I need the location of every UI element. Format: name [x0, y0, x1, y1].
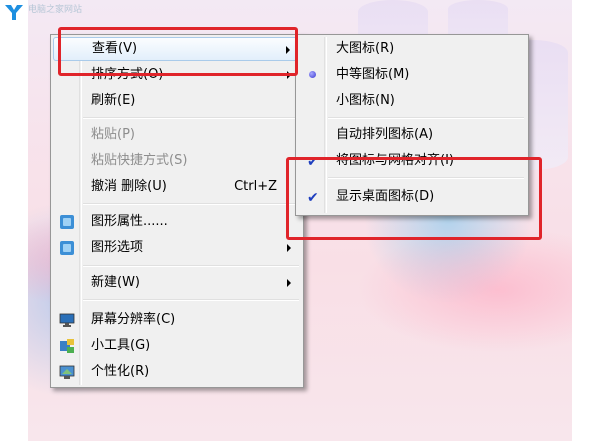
menu-item-label: 刷新(E) — [91, 93, 136, 108]
menu-item-label: 屏幕分辨率(C) — [91, 312, 176, 327]
radio-bullet-icon — [309, 71, 316, 78]
submenu-arrow-icon — [287, 244, 291, 252]
menu-item-label: 粘贴快捷方式(S) — [91, 153, 188, 168]
menu-item-label: 撤消 删除(U) — [91, 179, 167, 194]
menu-item-label: 自动排列图标(A) — [336, 127, 434, 142]
menu-separator — [83, 117, 299, 119]
desktop-context-menu: 查看(V) 排序方式(O) 刷新(E) 粘贴(P) 粘贴快捷方式(S) 撤消 删… — [50, 34, 304, 388]
menu-item-label: 大图标(R) — [336, 41, 395, 56]
site-logo-icon — [5, 5, 23, 20]
menu-item-label: 个性化(R) — [91, 364, 150, 379]
menu-item-personalize[interactable]: 个性化(R) — [53, 360, 301, 384]
menu-item-label: 粘贴(P) — [91, 127, 135, 142]
menu-item-graphics-properties[interactable]: 图形属性...... — [53, 210, 301, 234]
menu-item-gadgets[interactable]: 小工具(G) — [53, 334, 301, 358]
submenu-item-auto-arrange[interactable]: 自动排列图标(A) — [298, 123, 526, 147]
personalize-icon — [59, 365, 75, 379]
submenu-item-small-icons[interactable]: 小图标(N) — [298, 89, 526, 113]
menu-item-label: 小工具(G) — [91, 338, 151, 353]
menu-separator — [328, 117, 524, 119]
submenu-item-medium-icons[interactable]: 中等图标(M) — [298, 63, 526, 87]
annotation-box-view — [58, 27, 298, 76]
menu-separator — [83, 299, 299, 301]
submenu-arrow-icon — [287, 279, 291, 287]
menu-item-label: 小图标(N) — [336, 93, 395, 108]
menu-item-label: 新建(W) — [91, 275, 140, 290]
menu-item-graphics-options[interactable]: 图形选项 — [53, 236, 301, 260]
graphics-properties-icon — [60, 215, 74, 229]
menu-separator — [83, 203, 299, 205]
menu-item-label: 图形属性...... — [91, 214, 168, 229]
menu-item-paste: 粘贴(P) — [53, 123, 301, 147]
menu-item-label: 图形选项 — [91, 240, 144, 255]
graphics-options-icon — [60, 241, 74, 255]
watermark-text: 电脑之家网站 — [28, 5, 83, 15]
menu-item-screen-resolution[interactable]: 屏幕分辨率(C) — [53, 308, 301, 332]
menu-item-refresh[interactable]: 刷新(E) — [53, 89, 301, 113]
menu-item-label: 中等图标(M) — [336, 67, 410, 82]
annotation-box-show-desktop-icons — [286, 157, 542, 240]
menu-item-paste-shortcut: 粘贴快捷方式(S) — [53, 149, 301, 173]
menu-item-new[interactable]: 新建(W) — [53, 271, 301, 295]
gadgets-icon — [60, 339, 74, 353]
monitor-icon — [59, 313, 75, 327]
submenu-item-large-icons[interactable]: 大图标(R) — [298, 37, 526, 61]
menu-item-shortcut: Ctrl+Z — [234, 179, 277, 194]
menu-item-undo-delete[interactable]: 撤消 删除(U) Ctrl+Z — [53, 175, 301, 199]
menu-separator — [83, 265, 299, 267]
